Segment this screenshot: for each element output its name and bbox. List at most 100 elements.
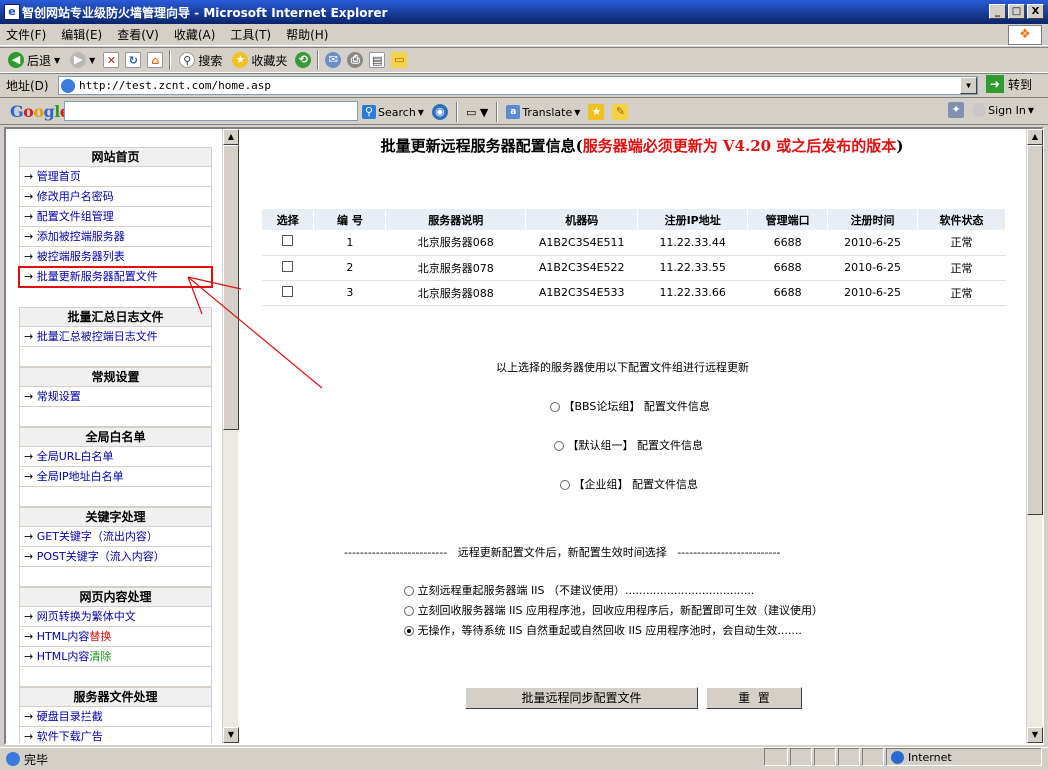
radio-bbs[interactable]	[550, 402, 560, 412]
refresh-icon[interactable]: ↻	[125, 52, 142, 68]
instruction-text: 以上选择的服务器使用以下配置文件组进行远程更新	[496, 361, 749, 374]
group-option-default[interactable]: 【默认组一】 配置文件信息	[554, 437, 703, 453]
forward-button[interactable]: ▶ ▼	[68, 49, 97, 71]
group-option-enterprise[interactable]: 【企业组】 配置文件信息	[560, 476, 698, 492]
nav-item-admin-home[interactable]: → 管理首页	[19, 167, 212, 187]
forward-dropdown-icon[interactable]: ▼	[89, 56, 95, 65]
menu-help[interactable]: 帮助(H)	[286, 26, 328, 43]
standard-toolbar: ◀ 后退 ▼ ▶ ▼ ✕ ↻ ⌂ ⚲ 搜索 ★ 收藏夹 ⟲ ✉ ⎙ ▤ ▭	[0, 47, 1048, 73]
internet-zone-icon	[891, 750, 904, 764]
left-frame-scrollbar[interactable]: ▲ ▼	[222, 129, 239, 743]
nav-item-server-list[interactable]: → 被控端服务器列表	[19, 247, 212, 267]
radio-none[interactable]	[404, 626, 414, 636]
row-port: 6688	[747, 255, 828, 281]
bookmark-icon[interactable]: ★	[588, 104, 605, 120]
google-search-input[interactable]	[64, 101, 358, 121]
wrench-icon[interactable]: ✦	[948, 102, 965, 118]
nav-item-post-keywords[interactable]: → POST关键字（流入内容）	[19, 547, 212, 567]
status-panel	[790, 748, 812, 766]
radio-recycle[interactable]	[404, 606, 414, 616]
search-label: 搜索	[198, 53, 223, 68]
sign-in-button[interactable]: Sign In ▼	[972, 103, 1034, 117]
print-icon[interactable]: ⎙	[347, 52, 364, 68]
nav-item-traditional-chinese[interactable]: → 网页转换为繁体中文	[19, 607, 212, 627]
main-frame-scrollbar[interactable]: ▲ ▼	[1026, 129, 1043, 743]
history-icon[interactable]: ⟲	[295, 52, 312, 68]
timing-option-restart[interactable]: 立刻远程重起服务器端 IIS （不建议使用）..................…	[404, 582, 754, 598]
nav-item-download-ads[interactable]: → 软件下载广告	[19, 727, 212, 743]
timing-option-recycle[interactable]: 立刻回收服务器端 IIS 应用程序池，回收应用程序后，新配置即可生效（建议使用）	[404, 602, 823, 618]
address-dropdown-icon[interactable]: ▼	[960, 77, 977, 94]
search-button[interactable]: ⚲ 搜索	[177, 49, 224, 71]
nav-item-batch-update-config[interactable]: → 批量更新服务器配置文件	[18, 266, 213, 288]
nav-item-general-settings[interactable]: → 常规设置	[19, 387, 212, 407]
nav-item-batch-logs[interactable]: → 批量汇总被控端日志文件	[19, 327, 212, 347]
maximize-button[interactable]: □	[1008, 4, 1025, 19]
nav-section-content: 网页内容处理	[19, 587, 212, 607]
radio-enterprise[interactable]	[560, 480, 570, 490]
status-panel	[764, 748, 788, 766]
title-bar: e 智创网站专业级防火墙管理向导 - Microsoft Internet Ex…	[0, 0, 1048, 24]
translate-dropdown-icon[interactable]: ▼	[574, 108, 580, 117]
nav-item-get-keywords[interactable]: → GET关键字（流出内容）	[19, 527, 212, 547]
menu-favorites[interactable]: 收藏(A)	[174, 26, 216, 43]
messenger-icon[interactable]: ▭	[391, 52, 408, 68]
pencil-icon[interactable]: ✎	[612, 104, 629, 120]
row-id: 3	[313, 280, 386, 306]
translate-button[interactable]: a Translate ▼	[506, 105, 580, 119]
row-time: 2010-6-25	[827, 280, 918, 306]
menu-tools[interactable]: 工具(T)	[230, 26, 271, 43]
menu-edit[interactable]: 编辑(E)	[61, 26, 102, 43]
status-text: 完毕	[24, 752, 49, 767]
status-panel	[838, 748, 860, 766]
nav-item-html-clear[interactable]: → HTML内容清除	[19, 647, 212, 667]
batch-sync-button[interactable]: 批量远程同步配置文件	[465, 687, 698, 709]
status-panel	[862, 748, 884, 766]
window-title: 智创网站专业级防火墙管理向导 - Microsoft Internet Expl…	[22, 5, 388, 20]
nav-item-add-server[interactable]: → 添加被控端服务器	[19, 227, 212, 247]
nav-item-html-replace[interactable]: → HTML内容替换	[19, 627, 212, 647]
row-checkbox[interactable]	[282, 235, 294, 247]
scroll-up-icon[interactable]: ▲	[223, 129, 239, 145]
sign-in-dropdown-icon[interactable]: ▼	[1028, 106, 1034, 115]
back-button[interactable]: ◀ 后退 ▼	[6, 49, 62, 71]
scroll-thumb[interactable]	[1027, 145, 1043, 515]
back-dropdown-icon[interactable]: ▼	[54, 56, 60, 65]
row-checkbox[interactable]	[282, 260, 294, 272]
table-row: 3 北京服务器088 A1B2C3S4E533 11.22.33.66 6688…	[262, 280, 1006, 306]
minimize-button[interactable]: _	[989, 4, 1006, 19]
highlight-button-icon[interactable]: ▭ ▼	[466, 106, 488, 119]
group-option-bbs[interactable]: 【BBS论坛组】 配置文件信息	[550, 398, 710, 414]
reset-button[interactable]: 重 置	[706, 687, 802, 709]
scroll-thumb[interactable]	[223, 145, 239, 430]
timing-option-none[interactable]: 无操作，等待系统 IIS 自然重起或自然回收 IIS 应用程序池时，会自动生效.…	[404, 622, 802, 638]
row-checkbox[interactable]	[282, 285, 294, 297]
nav-item-ip-whitelist[interactable]: → 全局IP地址白名单	[19, 467, 212, 487]
radio-default[interactable]	[554, 441, 564, 451]
nav-item-disk-block[interactable]: → 硬盘目录拦截	[19, 707, 212, 727]
go-button[interactable]: ➜ 转到	[986, 75, 1032, 93]
nav-item-change-password[interactable]: → 修改用户名密码	[19, 187, 212, 207]
menu-file[interactable]: 文件(F)	[6, 26, 46, 43]
nav-item-url-whitelist[interactable]: → 全局URL白名单	[19, 447, 212, 467]
radio-restart[interactable]	[404, 586, 414, 596]
edit-icon[interactable]: ▤	[369, 52, 386, 68]
scroll-down-icon[interactable]: ▼	[223, 727, 239, 743]
address-input[interactable]: http://test.zcnt.com/home.asp ▼	[58, 76, 978, 95]
mail-icon[interactable]: ✉	[325, 52, 342, 68]
globe-icon[interactable]: ◉	[431, 104, 448, 120]
menu-view[interactable]: 查看(V)	[117, 26, 159, 43]
google-search-dropdown-icon[interactable]: ▼	[418, 108, 424, 117]
row-desc: 北京服务器088	[385, 280, 526, 306]
favorites-button[interactable]: ★ 收藏夹	[230, 49, 289, 71]
stop-icon[interactable]: ✕	[103, 52, 120, 68]
scroll-down-icon[interactable]: ▼	[1027, 727, 1043, 743]
home-icon[interactable]: ⌂	[147, 52, 164, 68]
google-search-button[interactable]: ⚲ Search ▼	[362, 105, 424, 119]
address-url[interactable]: http://test.zcnt.com/home.asp	[79, 79, 271, 92]
close-button[interactable]: X	[1027, 4, 1044, 19]
main-content-frame: 批量更新远程服务器配置信息(服务器端必须更新为 V4.20 或之后发布的版本) …	[258, 129, 1026, 743]
row-desc: 北京服务器078	[385, 255, 526, 281]
scroll-up-icon[interactable]: ▲	[1027, 129, 1043, 145]
nav-item-config-groups[interactable]: → 配置文件组管理	[19, 207, 212, 227]
